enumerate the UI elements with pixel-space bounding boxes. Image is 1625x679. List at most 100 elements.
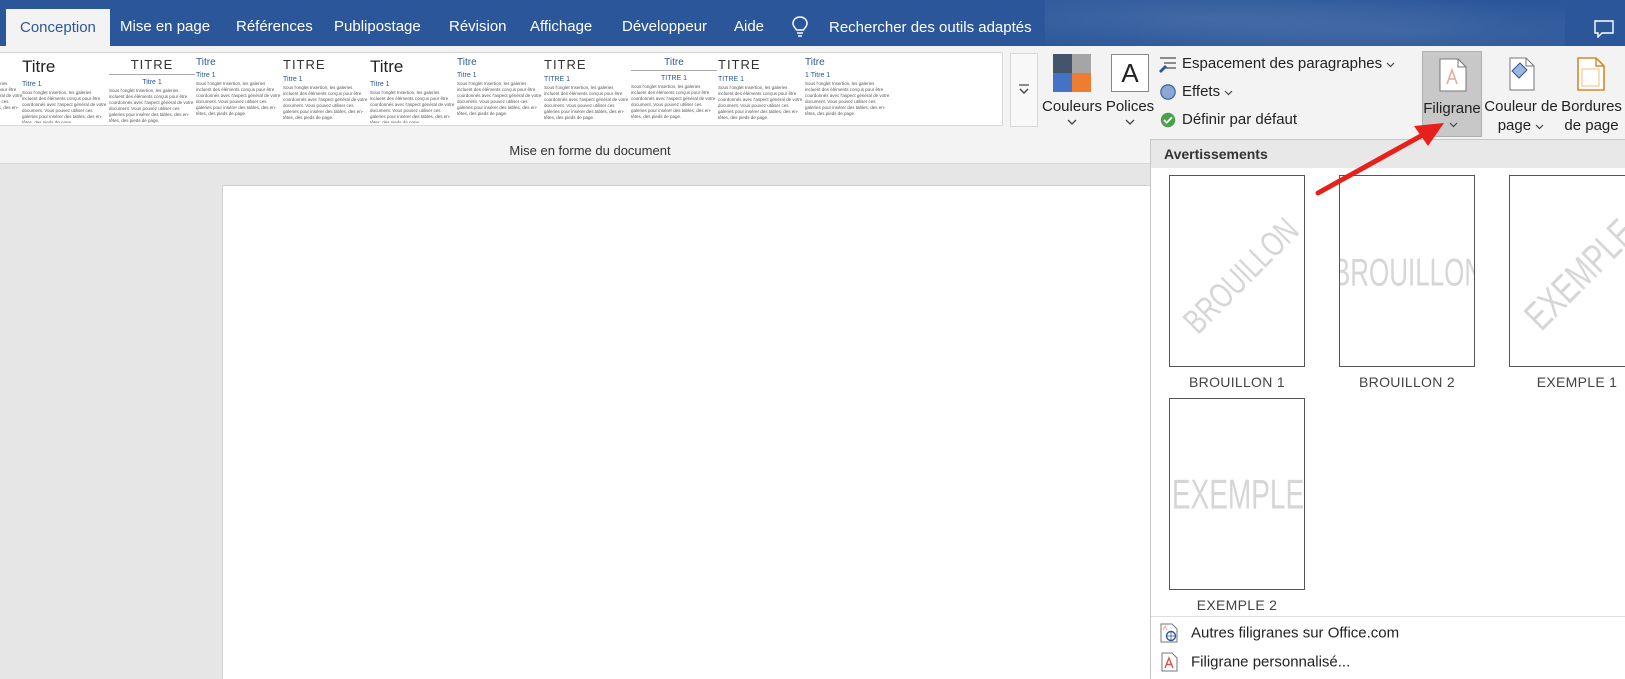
custom-watermark-item[interactable]: Filigrane personnalisé... xyxy=(1159,652,1350,678)
watermark-preview: EXEMPLE xyxy=(1169,398,1305,590)
tell-me-search[interactable]: Rechercher des outils adaptés xyxy=(829,0,1032,46)
style-thumbnail-body: Sous l'onglet Insertion, les galeries in… xyxy=(370,90,455,123)
style-thumbnail-title: TITRE xyxy=(718,57,761,72)
chevron-down-icon xyxy=(1125,119,1135,125)
page-borders-icon xyxy=(1577,57,1605,91)
more-watermarks-office-link[interactable]: Autres filigranes sur Office.com xyxy=(1159,623,1399,649)
style-set-thumbnail[interactable]: Titre Titre 1 Sous l'onglet Insertion, les… xyxy=(196,57,282,123)
watermark-caption: EXEMPLE 2 xyxy=(1196,597,1278,613)
style-thumbnail-title: Titre xyxy=(370,57,404,76)
page-borders-label-line1: Bordures xyxy=(1561,98,1622,115)
style-thumbnail-body: Sous l'onglet Insertion, les galeries in… xyxy=(631,84,716,119)
theme-fonts-button[interactable]: A Polices xyxy=(1104,52,1156,132)
page-color-label-line2: page xyxy=(1497,117,1532,134)
custom-watermark-icon xyxy=(1161,652,1178,672)
document-formatting-group-label: Mise en forme du document xyxy=(509,143,671,158)
chevron-down-icon xyxy=(1449,122,1458,128)
style-thumbnail-heading: Titre 1 xyxy=(370,81,390,88)
style-set-thumbnail[interactable]: TITRE Titre 1 Sous l'onglet Insertion, les… xyxy=(109,57,195,123)
tab-aide[interactable]: Aide xyxy=(734,0,764,46)
style-thumbnail-heading: 1 Titre 1 xyxy=(805,72,831,79)
fonts-glyph-icon: A xyxy=(1111,54,1149,92)
watermark-preview-drawing: EXEMPLE xyxy=(1516,211,1625,339)
effects-button[interactable]: Effets xyxy=(1158,83,1233,107)
style-thumbnail-body: Sous l'onglet Insertion, les galeries in… xyxy=(0,81,23,110)
style-thumbnail-title: TITRE xyxy=(544,57,587,72)
tab-developpeur[interactable]: Développeur xyxy=(622,0,707,46)
tab-references[interactable]: Références xyxy=(236,0,313,46)
effects-label: Effets xyxy=(1182,83,1221,100)
watermark-preview-text: EXEMPLE xyxy=(1172,471,1304,518)
style-thumbnail-heading: TITRE 1 xyxy=(660,75,688,82)
tab-conception[interactable]: Conception xyxy=(6,9,110,46)
lightbulb-icon[interactable] xyxy=(792,16,808,38)
document-styles-gallery[interactable]: TitreTitre 1Sous l'onglet Insertion, les… xyxy=(0,52,1003,126)
style-thumbnail-title: TITRE xyxy=(283,57,326,72)
watermark-caption: BROUILLON 1 xyxy=(1189,374,1285,390)
style-set-thumbnail[interactable]: Titre Titre 1 Sous l'onglet Insertion, les… xyxy=(370,57,456,123)
style-thumbnail-heading: Titre 1 xyxy=(0,72,24,79)
tab-affichage[interactable]: Affichage xyxy=(530,0,592,46)
paragraph-spacing-icon xyxy=(1159,57,1176,74)
style-thumbnail-title: Titre xyxy=(196,57,216,68)
style-thumbnail-body: Sous l'onglet Insertion, les galeries in… xyxy=(109,88,194,123)
style-set-thumbnail[interactable]: Titre TITRE 1 Sous l'onglet Insertion, les… xyxy=(631,57,717,123)
page-borders-label-line2: de page xyxy=(1564,117,1619,134)
watermark-preview: BROUILLON xyxy=(1169,175,1305,367)
gallery-more-button[interactable] xyxy=(1010,53,1038,127)
page-borders-button[interactable]: Bordures de page xyxy=(1558,51,1625,137)
watermark-preview-text: BROUILLON xyxy=(1176,211,1305,342)
style-thumbnail-title: Titre xyxy=(805,57,825,68)
ribbon-tab-bar: Conception Mise en page Références Publi… xyxy=(0,0,1625,46)
style-set-thumbnail[interactable]: Titre Titre 1 Sous l'onglet Insertion, les… xyxy=(22,57,108,123)
style-thumbnail-title: Titre xyxy=(22,57,56,76)
style-set-thumbnail[interactable]: TITRE TITRE 1 Sous l'onglet Insertion, les… xyxy=(544,57,630,123)
more-watermarks-label: Autres filigranes sur Office.com xyxy=(1191,624,1400,642)
document-page[interactable] xyxy=(222,185,1152,679)
style-thumbnail-rule xyxy=(631,70,717,71)
style-thumbnail-body: Sous l'onglet Insertion, les galeries in… xyxy=(805,81,890,116)
style-thumbnail-title: TITRE xyxy=(130,57,174,72)
office-online-watermark-icon xyxy=(1160,623,1178,643)
style-thumbnail-heading: TITRE 1 xyxy=(544,76,571,83)
watermark-label: Filigrane xyxy=(1423,100,1481,117)
style-thumbnail-body: Sous l'onglet Insertion, les galeries in… xyxy=(544,85,629,120)
paragraph-spacing-label: Espacement des paragraphes xyxy=(1182,55,1383,72)
set-as-default-button[interactable]: Définir par défaut xyxy=(1158,111,1297,135)
watermark-caption: EXEMPLE 1 xyxy=(1536,374,1618,390)
page-color-button[interactable]: Couleur de page xyxy=(1484,51,1558,137)
tab-publipostage[interactable]: Publipostage xyxy=(334,0,421,46)
comments-icon[interactable] xyxy=(1594,20,1614,38)
red-annotation-arrow xyxy=(1315,123,1444,196)
theme-colors-button[interactable]: Couleurs xyxy=(1042,52,1102,132)
watermark-preview-drawing: BROUILLON xyxy=(1176,211,1305,342)
chevron-down-icon xyxy=(1067,119,1077,125)
page-color-label: Couleur de page xyxy=(1484,97,1558,135)
tab-revision[interactable]: Révision xyxy=(449,0,507,46)
style-thumbnail-heading: Titre 1 xyxy=(283,76,303,83)
style-thumbnail-body: Sous l'onglet Insertion, les galeries in… xyxy=(283,85,368,120)
watermark-preview-text: EXEMPLE xyxy=(1516,211,1625,339)
paragraph-spacing-button[interactable]: Espacement des paragraphes xyxy=(1158,55,1395,79)
style-thumbnail-title: Titre xyxy=(664,57,684,68)
style-set-thumbnail[interactable]: Titre 1 Titre 1 Sous l'onglet Insertion, l… xyxy=(805,57,891,123)
style-set-thumbnail[interactable]: TITRE TITRE 1 Sous l'onglet Insertion, les… xyxy=(718,57,804,123)
watermark-preview-drawing: EXEMPLE xyxy=(1172,471,1304,518)
chevron-down-icon xyxy=(1386,62,1395,68)
tab-mise-en-page[interactable]: Mise en page xyxy=(120,0,210,46)
style-set-thumbnail[interactable]: Titre Titre 1 Sous l'onglet Insertion, les… xyxy=(0,57,24,123)
chevron-down-icon xyxy=(1019,84,1029,94)
watermark-preview-drawing: BROUILLON xyxy=(1340,251,1475,295)
style-set-thumbnail[interactable]: TITRE Titre 1 Sous l'onglet Insertion, les… xyxy=(283,57,369,123)
chevron-down-icon xyxy=(1224,90,1233,96)
style-thumbnail-heading: Titre 1 xyxy=(196,72,216,79)
watermark-preview: EXEMPLE xyxy=(1509,175,1625,367)
dropdown-separator xyxy=(1151,616,1625,617)
style-thumbnail-title: Titre xyxy=(0,57,24,68)
chevron-down-icon xyxy=(1535,124,1544,130)
style-thumbnail-body: Sous l'onglet Insertion, les galeries in… xyxy=(718,85,803,120)
style-thumbnail-heading: Titre 1 xyxy=(457,72,477,79)
style-thumbnail-title: Titre xyxy=(457,57,477,68)
watermark-preview-text: BROUILLON xyxy=(1340,251,1475,295)
style-set-thumbnail[interactable]: Titre Titre 1 Sous l'onglet Insertion, les… xyxy=(457,57,543,123)
